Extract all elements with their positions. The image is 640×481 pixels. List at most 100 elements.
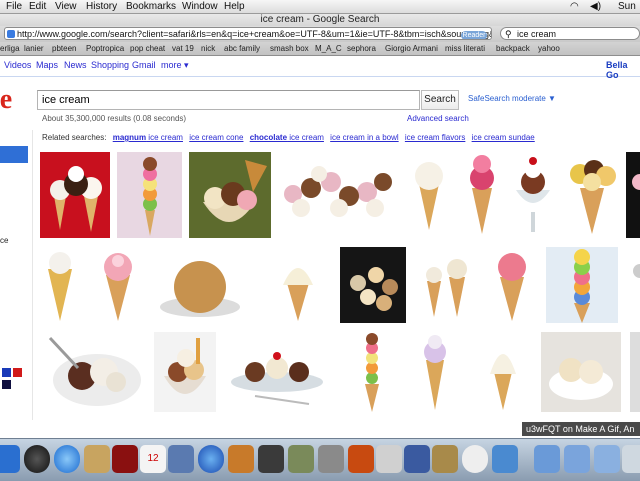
image-result[interactable] (150, 247, 250, 323)
facetime-icon[interactable] (492, 445, 518, 473)
image-result[interactable] (40, 247, 82, 323)
nav-active-item[interactable] (0, 146, 28, 163)
clock[interactable]: Sun (618, 0, 636, 13)
trash-icon[interactable] (622, 445, 640, 473)
folder-icon[interactable] (564, 445, 590, 473)
bookmark-item[interactable]: backpack (496, 42, 530, 55)
bookmark-item[interactable]: pbteen (52, 42, 76, 55)
app-icon[interactable] (348, 445, 374, 473)
search-input[interactable]: ice cream (37, 90, 420, 110)
chess-icon[interactable] (432, 445, 458, 473)
preview-icon[interactable] (258, 445, 284, 473)
calendar-icon[interactable]: 12 (140, 445, 166, 473)
folder-icon[interactable] (534, 445, 560, 473)
image-result[interactable] (415, 247, 477, 323)
volume-icon[interactable]: ◀) (590, 0, 601, 13)
advanced-search-link[interactable]: Advanced search (407, 114, 469, 123)
color-filter-navy[interactable] (2, 380, 11, 389)
image-result[interactable] (154, 332, 216, 412)
related-link[interactable]: ice cream cone (189, 133, 243, 142)
iphoto-icon[interactable] (168, 445, 194, 473)
bookmark-item[interactable]: Poptropica (86, 42, 124, 55)
itunes-icon[interactable] (198, 445, 224, 473)
menu-history[interactable]: History (86, 0, 117, 13)
image-result[interactable] (488, 247, 536, 323)
menu-bookmarks[interactable]: Bookmarks (126, 0, 176, 13)
related-link[interactable]: ice cream sundae (472, 133, 535, 142)
photo-booth-icon[interactable] (112, 445, 138, 473)
gbar-maps[interactable]: Maps (36, 60, 58, 70)
gbar-gmail[interactable]: Gmail (132, 60, 156, 70)
safari-icon[interactable] (54, 445, 80, 473)
color-filter-red[interactable] (13, 368, 22, 377)
related-link[interactable]: chocolate ice cream (250, 133, 324, 142)
app-icon[interactable] (376, 445, 402, 473)
window-title: ice cream - Google Search (0, 14, 640, 26)
bookmark-item[interactable]: yahoo (538, 42, 560, 55)
image-result[interactable] (564, 152, 620, 238)
color-filter-blue[interactable] (2, 368, 11, 377)
gbar-shopping[interactable]: Shopping (91, 60, 129, 70)
gbar-videos[interactable]: Videos (4, 60, 31, 70)
bookmark-item[interactable]: smash box (270, 42, 309, 55)
related-link[interactable]: ice cream flavors (405, 133, 465, 142)
menu-view[interactable]: View (55, 0, 77, 13)
image-result[interactable] (340, 247, 406, 323)
address-bar[interactable]: http://www.google.com/search?client=safa… (4, 27, 492, 40)
image-result[interactable] (628, 247, 640, 323)
image-result[interactable] (189, 152, 271, 238)
image-result[interactable] (630, 332, 640, 412)
browser-search-field[interactable]: ⚲ ice cream (500, 27, 640, 40)
bookmark-item[interactable]: abc family (224, 42, 260, 55)
image-result[interactable] (279, 152, 396, 222)
bookmark-item[interactable]: miss literati (445, 42, 485, 55)
related-link[interactable]: ice cream in a bowl (330, 133, 398, 142)
image-result[interactable] (40, 152, 110, 238)
dashboard-icon[interactable] (24, 445, 50, 473)
image-result[interactable] (339, 332, 405, 412)
image-result[interactable] (480, 332, 526, 412)
finder-icon[interactable] (0, 445, 20, 473)
system-preferences-icon[interactable] (318, 445, 344, 473)
bookmark-item[interactable]: erliga (0, 42, 20, 55)
clock-icon[interactable] (462, 445, 488, 473)
menu-edit[interactable]: Edit (29, 0, 46, 13)
image-result[interactable] (546, 247, 618, 323)
image-result[interactable] (541, 332, 621, 412)
image-result[interactable] (92, 247, 144, 323)
image-result[interactable] (412, 332, 458, 412)
nav-item-label[interactable]: ce (0, 236, 8, 245)
menu-file[interactable]: File (6, 0, 22, 13)
imovie-icon[interactable] (288, 445, 314, 473)
bookmark-item[interactable]: pop cheat (130, 42, 165, 55)
bookmark-item[interactable]: sephora (347, 42, 376, 55)
notes-icon[interactable] (84, 445, 110, 473)
user-name[interactable]: Bella Go (606, 60, 640, 80)
bookmark-item[interactable]: lanier (24, 42, 44, 55)
gbar-more[interactable]: more ▾ (161, 60, 189, 71)
image-result[interactable] (117, 152, 182, 238)
safesearch-dropdown[interactable]: SafeSearch moderate ▼ (468, 94, 556, 103)
wifi-icon[interactable]: ◠ (570, 0, 579, 13)
image-result[interactable] (225, 332, 329, 412)
bookmark-item[interactable]: vat 19 (172, 42, 194, 55)
menu-help[interactable]: Help (224, 0, 245, 13)
gbar-news[interactable]: News (64, 60, 87, 70)
app-icon[interactable] (404, 445, 430, 473)
image-result[interactable] (405, 152, 453, 238)
image-result[interactable] (265, 247, 330, 323)
related-link[interactable]: magnum ice cream (113, 133, 183, 142)
bookmark-item[interactable]: M_A_C (315, 42, 342, 55)
bookmark-item[interactable]: Giorgio Armani (385, 42, 438, 55)
bookmark-item[interactable]: nick (201, 42, 215, 55)
google-logo[interactable]: gle (0, 82, 26, 118)
search-button[interactable]: Search (421, 90, 459, 110)
garageband-icon[interactable] (228, 445, 254, 473)
downloads-icon[interactable] (594, 445, 620, 473)
image-result[interactable] (508, 152, 558, 238)
image-result[interactable] (42, 332, 147, 412)
reader-button[interactable]: Reader (461, 31, 487, 39)
image-result[interactable] (462, 152, 502, 238)
image-result[interactable] (626, 152, 640, 238)
menu-window[interactable]: Window (182, 0, 218, 13)
